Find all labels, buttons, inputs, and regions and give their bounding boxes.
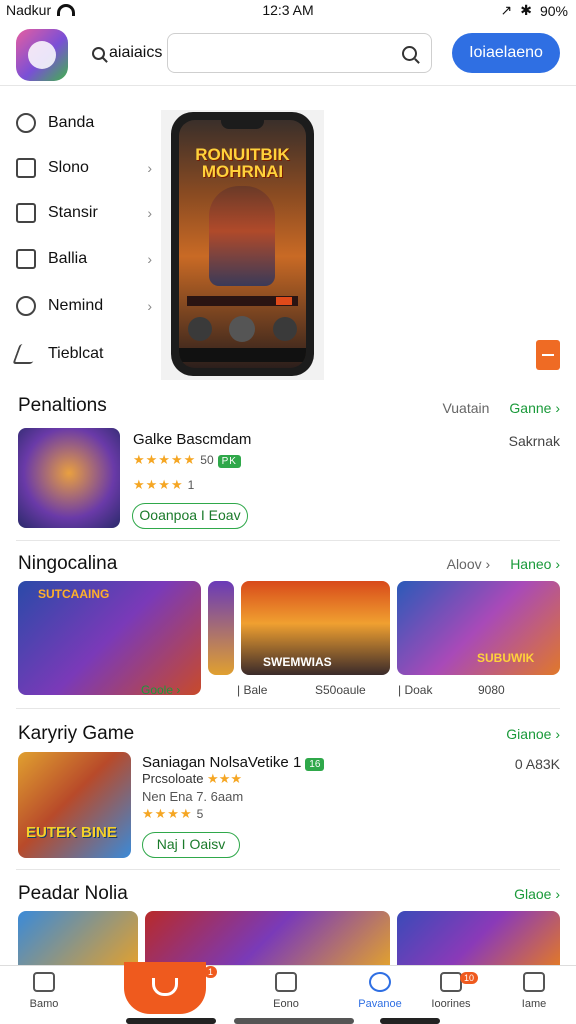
chevron-right-icon: ›	[147, 205, 152, 221]
profile-icon	[523, 972, 545, 992]
search-icon	[92, 46, 105, 60]
section-title: Karyriy Game	[18, 723, 135, 744]
section-see-all-link[interactable]: Ganne ›	[509, 400, 560, 416]
search-icon[interactable]	[402, 46, 417, 61]
game-tile[interactable]: SWEMWIAS	[241, 581, 390, 675]
tab-search[interactable]: Pavanoe	[340, 972, 420, 1010]
tile-caption: | Doak	[398, 683, 433, 697]
section-title: Peadar Nolia	[18, 883, 128, 904]
game-center-button[interactable]	[124, 962, 206, 1014]
game-thumbnail[interactable]	[18, 428, 120, 528]
tile-caption: | Bale	[237, 683, 268, 697]
section-title: Penaltions	[18, 395, 107, 416]
people-icon	[440, 972, 462, 992]
menu-item-tieblcat[interactable]: Tieblcat	[12, 339, 156, 369]
box-icon	[275, 972, 297, 992]
bluetooth-icon: ✱	[520, 2, 532, 18]
tile-caption: S50oaule	[315, 683, 366, 697]
notification-badge: 10	[460, 972, 479, 984]
media-controls	[179, 316, 306, 342]
rating-stars: ★★★★ 5	[142, 806, 204, 821]
tile-caption: 9080	[478, 683, 505, 697]
chevron-right-icon: ›	[147, 251, 152, 267]
game-screenshot: RONUITBIK MOHRNAI	[179, 120, 306, 368]
menu-item-stansir[interactable]: Stansir ›	[16, 198, 156, 228]
game-tile[interactable]	[145, 911, 390, 965]
game-title[interactable]: Saniagan NolsaVetike 1 16	[142, 754, 325, 771]
game-tile[interactable]	[208, 581, 234, 675]
section-see-all-link[interactable]: Glaoe ›	[514, 886, 560, 902]
promo-game-title: RONUITBIK MOHRNAI	[195, 145, 290, 181]
rating-stars: ★★★★ 1	[133, 477, 195, 492]
gear-icon	[16, 296, 36, 316]
game-publisher: Prcsoloate ★★★	[142, 771, 243, 786]
section-see-all-link[interactable]: Gianoe ›	[506, 726, 560, 742]
header-cta-button[interactable]: Ioiaelaeno	[452, 33, 560, 73]
game-title[interactable]: Galke Bascmdam	[133, 431, 251, 448]
rating-stars: ★★★	[207, 771, 243, 786]
section-subtitle[interactable]: Aloov ›	[447, 556, 491, 572]
plus-icon[interactable]	[187, 317, 212, 341]
get-button[interactable]: Naj I Oaisv	[142, 832, 240, 858]
tab-home[interactable]: Bamo	[4, 972, 84, 1010]
clock: 12:3 AM	[262, 2, 314, 18]
record-icon[interactable]	[273, 317, 298, 341]
section-subtitle: Vuatain	[442, 400, 490, 416]
menu-item-banda[interactable]: Banda	[16, 108, 156, 138]
tab-eono[interactable]: Eono	[246, 972, 326, 1010]
tab-friends[interactable]: Ioorines	[411, 972, 491, 1010]
menu-item-slono[interactable]: Slono ›	[16, 153, 156, 183]
promo-banner[interactable]: RONUITBIK MOHRNAI	[161, 110, 324, 380]
pause-icon[interactable]	[229, 316, 256, 342]
tab-profile[interactable]: Iame	[494, 972, 574, 1010]
collapse-button[interactable]	[536, 340, 560, 370]
phone-mockup: RONUITBIK MOHRNAI	[171, 112, 314, 376]
get-button[interactable]: Ooanpoa I Eoav	[132, 503, 248, 529]
edit-icon	[12, 344, 40, 364]
home-icon	[33, 972, 55, 992]
game-thumbnail[interactable]: EUTEK BINE	[18, 752, 131, 858]
game-tile[interactable]: SUTCAAING	[18, 581, 201, 695]
game-tile[interactable]	[397, 911, 560, 965]
status-bar: Nadkur 12:3 AM ↗ ✱ 90%	[0, 0, 576, 20]
card-side-label: Sakrnak	[508, 433, 560, 449]
section-see-all-link[interactable]: Haneo ›	[510, 556, 560, 572]
chevron-right-icon: ›	[147, 298, 152, 314]
calendar-icon	[16, 158, 36, 178]
game-icon	[152, 978, 178, 996]
tile-caption[interactable]: Goole ›	[141, 683, 180, 697]
notification-badge: 1	[204, 966, 218, 978]
bottom-tab-bar: Bamo Eono Pavanoe Ioorines Iame	[0, 965, 576, 1024]
battery-label: 90%	[539, 2, 568, 19]
badge: PK	[217, 455, 241, 468]
chevron-right-icon: ›	[147, 160, 152, 176]
rating-stars: ★★★★★ 50 PK	[133, 452, 241, 468]
location-icon: ↗	[500, 2, 513, 18]
app-logo[interactable]	[16, 29, 68, 81]
section-title: Ningocalina	[18, 553, 118, 574]
game-hud	[187, 296, 298, 306]
game-tile[interactable]: SUBUWIK	[397, 581, 560, 675]
search-icon	[369, 972, 391, 992]
face-icon	[16, 203, 36, 223]
search-label[interactable]: aiaiaics	[92, 44, 162, 62]
game-meta: Nen Ena 7. 6aam	[142, 789, 244, 804]
app-header: aiaiaics Ioiaelaeno	[0, 24, 576, 86]
card-side-label: 0 A83K	[514, 756, 560, 772]
search-field[interactable]	[167, 33, 432, 73]
search-input[interactable]	[168, 34, 388, 72]
chart-icon	[16, 249, 36, 269]
game-hero-art	[209, 186, 275, 286]
menu-item-ballia[interactable]: Ballia ›	[16, 244, 156, 274]
menu-item-nemind[interactable]: Nemind ›	[16, 291, 156, 321]
game-tile[interactable]	[18, 911, 138, 965]
badge: 16	[305, 758, 325, 771]
user-icon	[16, 113, 36, 133]
